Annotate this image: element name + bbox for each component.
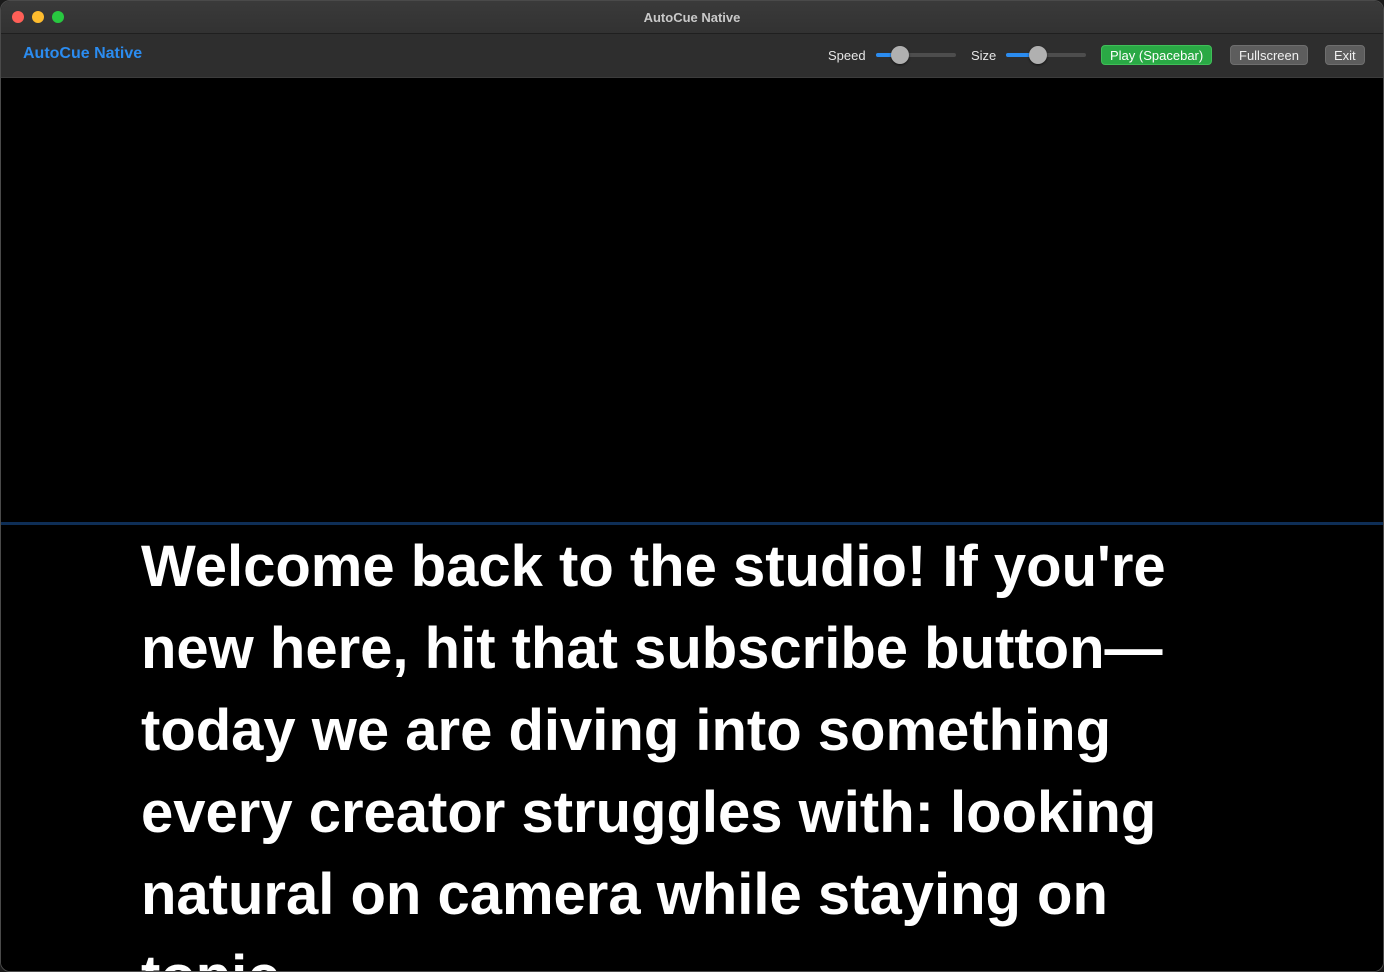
play-button[interactable]: Play (Spacebar)	[1101, 45, 1213, 65]
speed-slider[interactable]	[876, 46, 956, 64]
size-slider-thumb[interactable]	[1028, 46, 1047, 64]
speed-label: Speed	[828, 48, 866, 63]
title-bar[interactable]: AutoCue Native	[1, 1, 1383, 34]
exit-button[interactable]: Exit	[1325, 45, 1365, 65]
script-text: Welcome back to the studio! If you're ne…	[141, 534, 1166, 971]
reading-line	[1, 522, 1383, 525]
teleprompter-stage[interactable]: Welcome back to the studio! If you're ne…	[1, 78, 1383, 971]
size-label: Size	[971, 48, 997, 63]
speed-slider-thumb[interactable]	[890, 46, 909, 64]
toolbar: AutoCue Native Speed Size Play (Spacebar…	[1, 34, 1383, 78]
app-window: AutoCue Native AutoCue Native Speed Size…	[0, 0, 1384, 972]
app-name: AutoCue Native	[23, 45, 143, 62]
size-slider[interactable]	[1006, 46, 1086, 64]
fullscreen-button[interactable]: Fullscreen	[1230, 45, 1308, 65]
window-title: AutoCue Native	[643, 10, 741, 25]
